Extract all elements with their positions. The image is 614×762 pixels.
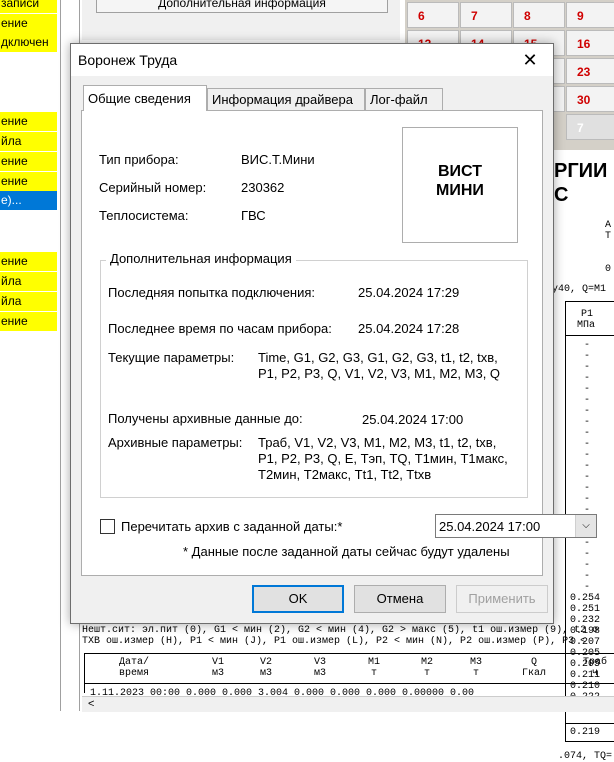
report-table-header: Дата/время V1 м3 V2 м3 V3 м3 M1 т M2 т M3 т QГ… [84,657,614,683]
left-list-item[interactable]: йла [0,292,57,311]
calendar-day[interactable]: 16 [566,30,614,56]
current-params-label: Текущие параметры: [108,350,235,365]
calendar-day[interactable]: 6 [407,2,459,28]
tab-log-file[interactable]: Лог-файл [365,88,443,110]
horizontal-scrollbar[interactable]: < [82,696,614,712]
archive-params-line: P1, P2, P3, Q, E, Тэп, TQ, Т1мин, Т1макс… [258,451,508,466]
report-col-unit: МПа [577,320,596,331]
col-header: M2 т [420,657,433,679]
archive-until-value: 25.04.2024 17:00 [362,412,464,427]
col-header: M3 т [469,657,482,679]
heat-system-value: ГВС [241,208,266,223]
col-header: V1 м3 [211,657,224,679]
calendar-day[interactable]: 7 [460,2,512,28]
report-total: 0.219 [570,727,601,738]
reread-archive-checkbox[interactable] [100,519,115,534]
calendar-day[interactable]: 23 [566,58,614,84]
calendar-day[interactable]: 8 [513,2,565,28]
serial-number-label: Серийный номер: [99,180,207,195]
reread-date-picker[interactable]: 25.04.2024 17:00 ⌵ [435,514,597,538]
background-left-list: записи ение дключен ение йла ение ение е… [0,0,60,711]
left-list-item[interactable]: ение [0,14,57,33]
extra-info-group-title: Дополнительная информация [106,251,296,266]
report-side-label: А [605,220,612,231]
close-button[interactable]: ✕ [507,44,553,76]
left-list-item[interactable]: дключен [0,33,57,52]
tab-general[interactable]: Общие сведения [83,85,207,111]
left-list-item[interactable]: йла [0,132,57,151]
report-value: 0.254 [570,593,601,604]
report-side-label: Т [605,231,612,242]
calendar-day[interactable]: 9 [566,2,614,28]
report-heading-line: РГИИ [554,160,608,182]
col-header: Q Гкал [521,657,546,679]
left-list-item-selected[interactable]: е)... [0,191,57,210]
device-type-value: ВИС.Т.Мини [241,152,315,167]
chevron-down-icon[interactable]: ⌵ [575,515,596,537]
close-icon: ✕ [522,50,538,70]
serial-number-value: 230362 [241,180,285,195]
info-dialog: Воронеж Труда ✕ Общие сведения Информаци… [70,43,597,624]
col-header: V3 м3 [313,657,326,679]
col-header: M1 т [367,657,380,679]
last-attempt-value: 25.04.2024 17:29 [358,285,460,300]
archive-params-line: Траб, V1, V2, V3, M1, M2, M3, t1, t2, tx… [258,435,497,450]
logo-line: МИНИ [436,182,484,199]
reread-date-value: 25.04.2024 17:00 [439,519,541,534]
left-list-item[interactable]: ение [0,252,57,271]
left-list-item[interactable]: йла [0,272,57,291]
report-heading-line: С [554,184,569,206]
col-header: Дата/время [118,657,149,679]
archive-until-label: Получены архивные данные до: [108,411,303,426]
tab-driver-info[interactable]: Информация драйвера [207,88,365,110]
report-notes-line: ТХВ ош.измер (Н), P1 < мин (J), P1 ош.из… [82,636,587,647]
left-list-item[interactable]: записи [0,0,57,13]
archive-params-label: Архивные параметры: [108,435,243,450]
apply-button[interactable]: Применить [456,585,548,613]
report-col-title: P1 [581,309,594,320]
reread-note: * Данные после заданной даты сейчас буду… [183,544,510,559]
report-formula: у40, Q=M1 [552,284,607,295]
col-header: Траб ч [582,657,607,679]
report-footer-line: .074, TQ= [558,751,613,762]
left-list-item[interactable]: ение [0,152,57,171]
calendar-day[interactable]: 30 [566,86,614,112]
report-notes-line: Нешт.сит: эл.пит (0), G1 < мин (2), G2 <… [82,625,599,636]
dialog-titlebar[interactable]: Воронеж Труда ✕ [71,44,553,76]
device-type-label: Тип прибора: [99,152,179,167]
reread-archive-label[interactable]: Перечитать архив с заданной даты:* [121,519,342,534]
device-clock-label: Последнее время по часам прибора: [108,321,332,336]
background-report: РГИИ С А Т 0 у40, Q=M1 P1 МПа ----------… [548,150,614,762]
current-params-line: Time, G1, G2, G3, G1, G2, G3, t1, t2, tx… [258,350,498,365]
heat-system-label: Теплосистема: [99,208,189,223]
device-logo: ВИСТ МИНИ [402,127,518,243]
splitter[interactable] [60,0,61,711]
left-list-item[interactable]: ение [0,112,57,131]
scroll-left-icon[interactable]: < [88,697,94,711]
cancel-button[interactable]: Отмена [354,585,446,613]
report-side-label: 0 [605,264,612,275]
last-attempt-label: Последняя попытка подключения: [108,285,316,300]
current-params-line: P1, P2, P3, Q, V1, V2, V3, M1, M2, M3, Q [258,366,501,381]
archive-params-line: Т2мин, Т2макс, Tt1, Tt2, Ttxв [258,467,432,482]
ok-button[interactable]: OK [252,585,344,613]
background-info-panel: Дополнительная информация [82,0,400,40]
left-list-item[interactable]: ение [0,172,57,191]
left-list-item[interactable]: ение [0,312,57,331]
background-extra-info-button[interactable]: Дополнительная информация [96,0,388,13]
logo-line: ВИСТ [438,163,482,180]
report-table-row: 1.11.2023 00:00 0.000 0.000 3.004 0.000 … [90,688,475,696]
col-header: V2 м3 [259,657,272,679]
report-value: 0.251 [570,604,601,615]
device-clock-value: 25.04.2024 17:28 [358,321,460,336]
calendar-day[interactable]: 7 [566,114,614,140]
dialog-title: Воронеж Труда [78,52,178,68]
